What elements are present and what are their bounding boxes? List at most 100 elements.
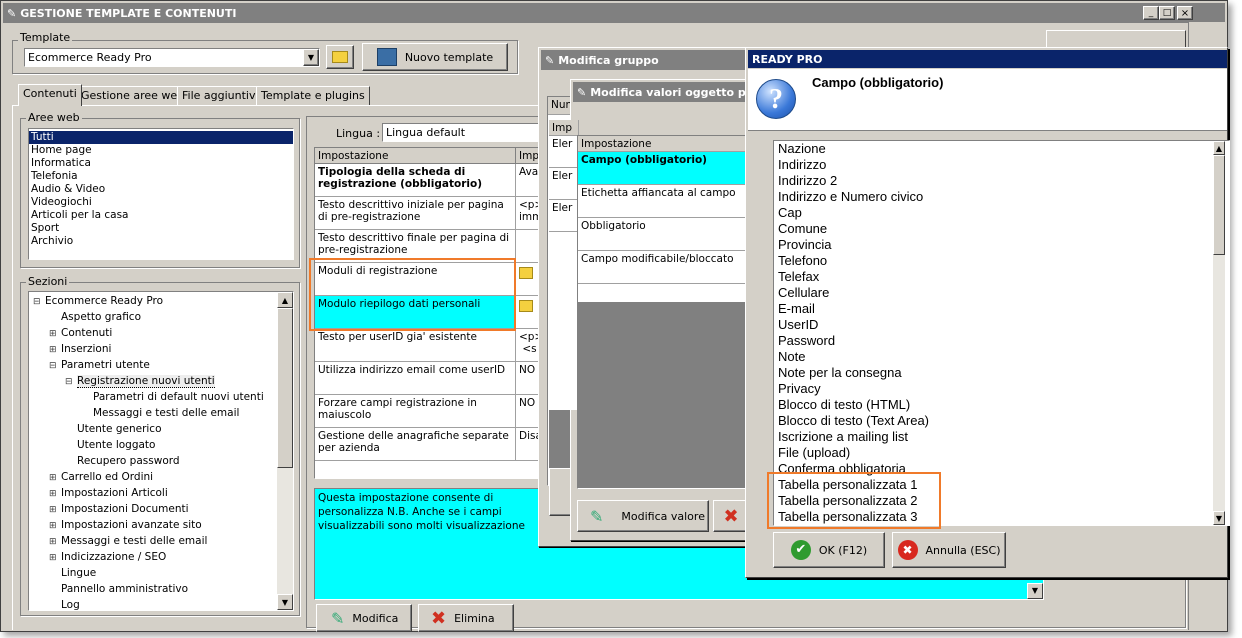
modifica-button[interactable]: ✎ Modifica — [316, 604, 412, 632]
tree-node[interactable]: ⊞ Carrello ed Ordini — [49, 471, 153, 485]
options-scroll-thumb[interactable] — [1213, 155, 1225, 255]
mv-row[interactable]: Etichetta affiancata al campo — [578, 185, 748, 218]
tab-contenuti[interactable]: Contenuti — [18, 84, 82, 106]
option-item[interactable]: Blocco di testo (Text Area) — [774, 413, 1214, 429]
scroll-down-icon[interactable]: ▼ — [277, 594, 293, 610]
tree-node[interactable]: Log — [49, 599, 80, 610]
maximize-button[interactable]: □ — [1159, 6, 1175, 20]
tree-expander-icon[interactable]: ⊞ — [49, 488, 61, 501]
tree-expander-icon[interactable]: ⊞ — [49, 344, 61, 357]
mv-row[interactable]: Obbligatorio — [578, 218, 748, 251]
mv-row[interactable]: Campo (obbligatorio) — [578, 152, 748, 185]
aree-web-item[interactable]: Home page — [29, 144, 293, 157]
aree-web-item[interactable]: Tutti — [29, 131, 293, 144]
aree-web-item[interactable]: Articoli per la casa — [29, 209, 293, 222]
tree-node[interactable]: ⊞ Inserzioni — [49, 343, 111, 357]
tree-node[interactable]: ⊞ Impostazioni avanzate sito — [49, 519, 202, 533]
tree-node[interactable]: ⊞ Messaggi e testi delle email — [49, 535, 207, 549]
options-scroll-up-icon[interactable]: ▲ — [1213, 141, 1225, 155]
option-item[interactable]: UserID — [774, 317, 1214, 333]
tree-node[interactable]: Recupero password — [65, 455, 180, 468]
option-item[interactable]: Telefono — [774, 253, 1214, 269]
option-item[interactable]: Indirizzo 2 — [774, 173, 1214, 189]
tree-node[interactable]: Messaggi e testi delle email — [81, 407, 239, 420]
aree-web-item[interactable]: Sport — [29, 222, 293, 235]
setting-row-name[interactable]: Testo per userID gia' esistente — [315, 329, 516, 362]
tree-node[interactable]: ⊟ Registrazione nuovi utenti — [65, 375, 215, 389]
tab-gestione-aree-web[interactable]: Gestione aree web — [76, 86, 190, 106]
mv-delete-button[interactable]: ✖ — [713, 500, 749, 532]
option-item[interactable]: Note — [774, 349, 1214, 365]
option-item[interactable]: Note per la consegna — [774, 365, 1214, 381]
modifica-valore-button[interactable]: ✎ Modifica valore — [577, 500, 709, 532]
tree-node[interactable]: ⊞ Contenuti — [49, 327, 112, 341]
aree-web-item[interactable]: Telefonia — [29, 170, 293, 183]
tree-expander-icon[interactable]: ⊟ — [65, 376, 77, 389]
option-item[interactable]: Iscrizione a mailing list — [774, 429, 1214, 445]
tree-node[interactable]: Pannello amministrativo — [49, 583, 188, 596]
tree-node[interactable]: Lingue — [49, 567, 96, 580]
minimize-button[interactable]: _ — [1143, 6, 1159, 20]
scroll-up-icon[interactable]: ▲ — [277, 292, 293, 308]
option-item[interactable]: Indirizzo e Numero civico — [774, 189, 1214, 205]
setting-row-name[interactable]: Testo descrittivo iniziale per pagina di… — [315, 197, 516, 230]
setting-row-name[interactable]: Tipologia della scheda di registrazione … — [315, 164, 516, 197]
chevron-down-icon[interactable]: ▼ — [303, 49, 319, 66]
aree-web-item[interactable]: Videogiochi — [29, 196, 293, 209]
option-item[interactable]: Cellulare — [774, 285, 1214, 301]
modifica-valori-grid[interactable]: Impostazione Campo (obbligatorio) Etichet… — [577, 135, 749, 489]
option-item[interactable]: Provincia — [774, 237, 1214, 253]
aree-web-items: Tutti Home page Informatica Telefonia Audio … — [29, 131, 293, 248]
option-item[interactable]: Privacy — [774, 381, 1214, 397]
tree-expander-icon[interactable]: ⊞ — [49, 472, 61, 485]
tree-node[interactable]: Aspetto grafico — [49, 311, 141, 324]
option-item[interactable]: Cap — [774, 205, 1214, 221]
tree-node[interactable]: Utente generico — [65, 423, 162, 436]
option-item[interactable]: Blocco di testo (HTML) — [774, 397, 1214, 413]
option-item[interactable]: E-mail — [774, 301, 1214, 317]
aree-web-item[interactable]: Archivio — [29, 235, 293, 248]
tree-node[interactable]: ⊟ Ecommerce Ready Pro — [33, 295, 163, 309]
lingua-select[interactable]: Lingua default — [382, 123, 552, 142]
tree-node[interactable]: ⊞ Impostazioni Articoli — [49, 487, 168, 501]
scroll-thumb[interactable] — [277, 308, 293, 468]
tree-node[interactable]: ⊞ Impostazioni Documenti — [49, 503, 189, 517]
option-item[interactable]: Nazione — [774, 141, 1214, 157]
option-item[interactable]: File (upload) — [774, 445, 1214, 461]
option-item[interactable]: Telefax — [774, 269, 1214, 285]
cancel-button[interactable]: ✖ Annulla (ESC) — [892, 532, 1006, 568]
tab-template-e-plugins[interactable]: Template e plugins — [256, 86, 370, 106]
tree-expander-icon[interactable]: ⊞ — [49, 552, 61, 565]
tree-node[interactable]: ⊟ Parametri utente — [49, 359, 150, 373]
tree-expander-icon[interactable]: ⊞ — [49, 520, 61, 533]
tab-file-aggiuntivi[interactable]: File aggiuntivi — [177, 86, 264, 106]
template-select[interactable]: Ecommerce Ready Pro ▼ — [24, 48, 320, 67]
elimina-button[interactable]: ✖ Elimina — [418, 604, 514, 632]
aree-web-list[interactable]: Tutti Home page Informatica Telefonia Audio … — [28, 128, 294, 260]
setting-row-name[interactable]: Gestione delle anagrafiche separate per … — [315, 428, 516, 461]
tree-node[interactable]: Utente loggato — [65, 439, 155, 452]
setting-row-name[interactable]: Forzare campi registrazione in maiuscolo — [315, 395, 516, 428]
sezioni-tree[interactable]: ⊟ Ecommerce Ready Pro Aspetto grafico ⊞ Cont… — [28, 291, 294, 611]
close-button[interactable]: × — [1177, 6, 1193, 20]
tree-node[interactable]: Parametri di default nuovi utenti — [81, 391, 264, 404]
options-scroll-down-icon[interactable]: ▼ — [1213, 511, 1225, 525]
new-template-button[interactable]: Nuovo template — [362, 43, 508, 71]
tree-expander-icon[interactable]: ⊟ — [33, 296, 45, 309]
tree-expander-icon[interactable]: ⊟ — [49, 360, 61, 373]
option-item[interactable]: Password — [774, 333, 1214, 349]
setting-row-name[interactable]: Utilizza indirizzo email come userID — [315, 362, 516, 395]
aree-web-item[interactable]: Audio & Video — [29, 183, 293, 196]
aree-web-item[interactable]: Informatica — [29, 157, 293, 170]
tree-node[interactable]: ⊞ Indicizzazione / SEO — [49, 551, 166, 565]
option-item[interactable]: Indirizzo — [774, 157, 1214, 173]
tree-expander-icon[interactable]: ⊞ — [49, 536, 61, 549]
description-scroll-icon[interactable]: ▼ — [1027, 583, 1043, 599]
tree-expander-icon[interactable]: ⊞ — [49, 328, 61, 341]
tree-expander-icon[interactable]: ⊞ — [49, 504, 61, 517]
options-list[interactable]: Nazione Indirizzo Indirizzo 2 Indirizzo e N… — [773, 140, 1230, 526]
open-folder-button[interactable] — [326, 45, 354, 69]
option-item[interactable]: Comune — [774, 221, 1214, 237]
ok-button[interactable]: ✔ OK (F12) — [773, 532, 885, 568]
mv-row[interactable]: Campo modificabile/bloccato — [578, 251, 748, 284]
